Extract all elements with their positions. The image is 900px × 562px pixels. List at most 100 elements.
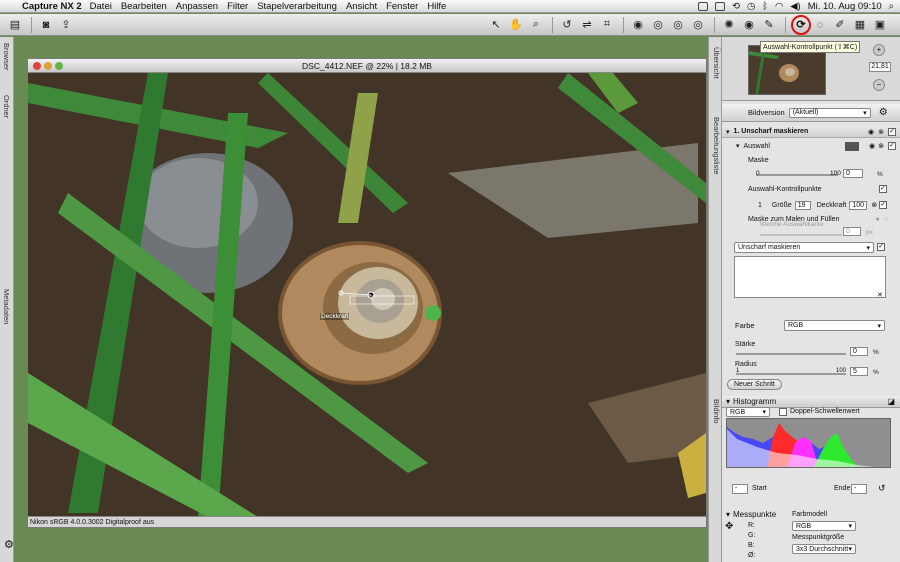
red-eye-tool-icon[interactable]: ◉ [629,17,647,33]
menu-hilfe[interactable]: Hilfe [427,1,446,12]
zoom-in-icon[interactable]: + [873,44,885,56]
spotlight-search-icon[interactable]: ⌕ [889,1,894,12]
weiche-value[interactable]: 0 [843,227,861,236]
menu-anpassen[interactable]: Anpassen [176,1,218,12]
disclosure-icon[interactable]: ▾ [736,142,740,150]
settings-gear-icon[interactable]: ⚙ [4,538,22,552]
color-profile-status[interactable]: Nikon sRGB 4.0.0.3002 Digitalproof aus [30,519,154,526]
farbe-select[interactable]: RGB ▾ [784,320,885,331]
color-control-point-icon[interactable]: ✺ [720,17,738,33]
maske-slider[interactable] [756,174,838,176]
direct-select-tool-icon[interactable]: ↖ [487,17,505,33]
weiche-slider[interactable] [760,234,842,236]
close-window-icon[interactable] [33,62,41,70]
radio-icon[interactable]: ● [876,216,880,223]
delete-icon[interactable]: ⊗ [871,201,877,209]
deckkraft-value[interactable]: 100 [849,200,868,210]
delete-icon[interactable]: ⊗ [878,142,884,150]
step-header[interactable]: ▾ 1. Unscharf maskieren ◉ ⊗ ✓ [722,126,900,138]
red-eye-icon[interactable]: ◉ [740,17,758,33]
photo-canvas[interactable]: Deckkraft [28,73,706,517]
disclosure-icon[interactable]: ▾ [726,510,730,519]
layer-icon[interactable]: ◉ [868,128,874,136]
status-icon[interactable] [697,1,708,11]
disclosure-icon[interactable]: ▾ [726,128,730,136]
gear-icon[interactable]: ⚙ [879,107,888,118]
neutral-point-icon[interactable]: ◎ [689,17,707,33]
reset-icon[interactable]: ↺ [878,483,886,494]
eyedropper-tool-icon[interactable]: ✥ [725,521,733,532]
gradient-tool-icon[interactable]: ▦ [851,17,869,33]
tab-ordner[interactable]: Ordner [2,95,11,118]
menu-filter[interactable]: Filter [227,1,248,12]
staerke-value[interactable]: 0 [850,347,868,356]
black-point-icon[interactable]: ◎ [649,17,667,33]
radio-icon[interactable]: ○ [884,216,888,223]
histogram-graph[interactable] [726,418,891,468]
fill-tool-icon[interactable]: ▣ [871,17,889,33]
crop-tool-icon[interactable]: ⌗ [598,17,616,33]
mask-swatch[interactable] [845,141,860,151]
bluetooth-icon[interactable]: ᛒ [762,1,768,12]
tab-metadaten[interactable]: Metadaten [2,289,11,324]
menu-fenster[interactable]: Fenster [386,1,418,12]
zoom-out-icon[interactable]: − [873,79,885,91]
radius-value[interactable]: 5 [850,367,868,376]
auto-retouch-icon[interactable]: ✎ [760,17,778,33]
histogram-start-value[interactable]: - [732,484,748,494]
minimize-window-icon[interactable] [44,62,52,70]
histogram-channel-select[interactable]: RGB ▾ [726,407,770,417]
radius-slider[interactable] [736,373,846,375]
layout-menu-icon[interactable]: ▤ [6,17,24,33]
farbmodell-select[interactable]: RGB ▾ [792,521,856,531]
filter-notes-area[interactable] [734,256,886,298]
tab-bildinfo[interactable]: Bildinfo [712,399,721,424]
maske-value[interactable]: 0 [843,169,863,178]
control-point-label[interactable]: Deckkraft [320,313,350,320]
filter-checkbox[interactable]: ✓ [877,243,885,251]
remove-icon[interactable]: ✕ [877,291,883,299]
groesse-value[interactable]: 19 [794,200,811,210]
zoom-tool-icon[interactable]: ⌕ [527,17,545,33]
tab-uebersicht[interactable]: Übersicht [712,47,721,79]
bildversion-select[interactable]: (Aktuell) ▾ [788,107,871,118]
timemachine-icon[interactable]: ◷ [747,1,755,12]
volume-icon[interactable]: ◀) [790,1,800,12]
lasso-tool-icon[interactable]: ◌ [811,17,829,33]
white-point-icon[interactable]: ◎ [669,17,687,33]
new-step-button[interactable]: Neuer Schritt [727,379,782,390]
layer-icon[interactable]: ◉ [869,142,875,150]
delete-step-icon[interactable]: ⊗ [878,128,884,136]
rotate-tool-icon[interactable]: ↺ [558,17,576,33]
wifi-icon[interactable]: ◠ [775,1,783,12]
status-icon[interactable] [714,1,725,11]
disclosure-icon[interactable]: ▾ [726,397,730,406]
staerke-slider[interactable] [736,353,846,355]
zoom-value[interactable]: 21,81 [869,62,891,72]
menu-ansicht[interactable]: Ansicht [346,1,377,12]
clock[interactable]: Mi. 10. Aug 09:10 [808,1,882,12]
zoom-window-icon[interactable] [55,62,63,70]
control-point-checkbox[interactable]: ✓ [879,201,888,209]
step-enable-checkbox[interactable]: ✓ [888,127,896,136]
tab-bearbeitungsliste[interactable]: Bearbeitungsliste [712,117,721,175]
app-menu[interactable]: Capture NX 2 [22,1,82,12]
menu-stapelverarbeitung[interactable]: Stapelverarbeitung [257,1,337,12]
histogram-end-value[interactable]: - [851,484,867,494]
export-icon[interactable]: ⇪ [57,17,75,33]
menu-bearbeiten[interactable]: Bearbeiten [121,1,167,12]
straighten-tool-icon[interactable]: ⇌ [578,17,596,33]
auswahl-checkbox[interactable]: ✓ [888,142,896,150]
filter-select[interactable]: Unscharf maskieren ▾ [734,242,874,253]
double-threshold-checkbox[interactable] [779,408,787,416]
camera-icon[interactable]: ◙ [37,17,55,33]
messpunktgroesse-select[interactable]: 3x3 Durchschnitt ▾ [792,544,856,554]
selection-control-point-icon[interactable]: ⟳ [791,14,811,35]
hand-tool-icon[interactable]: ✋ [507,17,525,33]
window-titlebar[interactable]: DSC_4412.NEF @ 22% | 18.2 MB [28,59,706,73]
tab-browser[interactable]: Browser [2,43,11,71]
brush-tool-icon[interactable]: ✐ [831,17,849,33]
kontrollpunkte-checkbox[interactable]: ✓ [879,185,887,193]
sync-icon[interactable]: ⟲ [732,1,740,12]
menu-datei[interactable]: Datei [90,1,112,12]
